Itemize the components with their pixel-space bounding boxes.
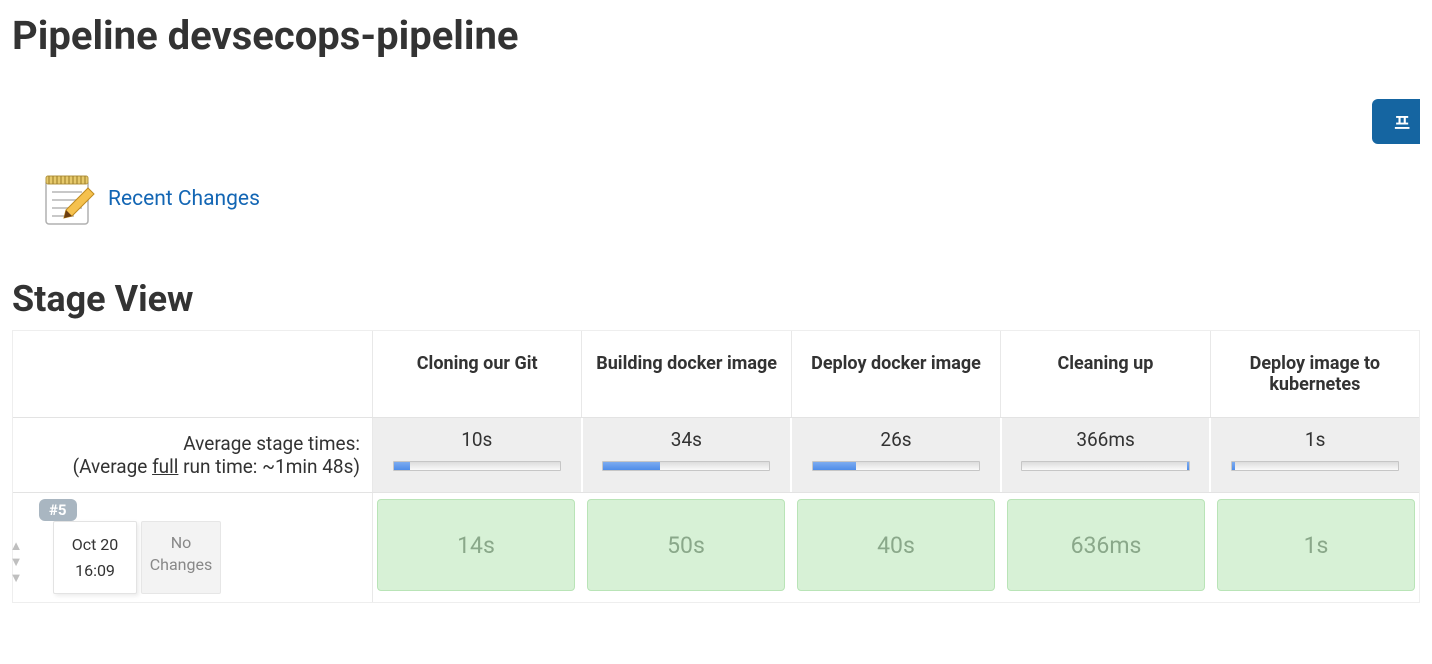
average-time: 26s [880, 428, 911, 451]
average-cell: 26s [792, 418, 1002, 492]
recent-changes-link[interactable]: Recent Changes [108, 187, 260, 211]
progress-bar-fill [1232, 462, 1235, 470]
progress-bar-fill [394, 462, 411, 470]
average-time: 1s [1305, 428, 1325, 451]
stage-header: Cleaning up [1001, 331, 1210, 417]
average-label-line2: (Average full run time: ~1min 48s) [73, 455, 360, 478]
changes-line2: Changes [148, 554, 214, 576]
stage-duration-box: 50s [587, 499, 785, 591]
average-cell: 10s [373, 418, 583, 492]
run-left-col: ▲▼▼ #5 Oct 20 16:09 No Changes [13, 493, 373, 602]
progress-bar [1231, 461, 1399, 471]
stage-header: Cloning our Git [373, 331, 582, 417]
run-date-card[interactable]: Oct 20 16:09 [53, 521, 137, 594]
run-stage-cell[interactable]: 50s [583, 493, 793, 602]
build-run-row[interactable]: ▲▼▼ #5 Oct 20 16:09 No Changes 14s 50s 4… [13, 493, 1419, 602]
header-action-button[interactable]: 프 [1372, 99, 1420, 144]
run-changes-card[interactable]: No Changes [141, 521, 221, 594]
stage-duration-box: 40s [797, 499, 995, 591]
stage-view-heading: Stage View [12, 278, 1420, 320]
average-time: 10s [461, 428, 492, 451]
average-cell: 1s [1211, 418, 1419, 492]
run-stage-cell[interactable]: 40s [793, 493, 1003, 602]
run-stage-cell[interactable]: 1s [1213, 493, 1419, 602]
progress-bar [812, 461, 980, 471]
stage-header: Building docker image [582, 331, 791, 417]
progress-bar-fill [1187, 462, 1189, 470]
run-side-arrows-icon: ▲▼▼ [9, 539, 23, 587]
stage-header: Deploy docker image [792, 331, 1001, 417]
average-time: 366ms [1076, 428, 1135, 451]
average-cell: 34s [583, 418, 793, 492]
stage-duration-box: 14s [377, 499, 575, 591]
progress-bar-fill [813, 462, 856, 470]
avg-line2-prefix: (Average [73, 455, 152, 478]
progress-bar-fill [603, 462, 660, 470]
progress-bar [1021, 461, 1189, 471]
stage-duration-box: 636ms [1007, 499, 1205, 591]
average-stage-row: Average stage times: (Average full run t… [13, 417, 1419, 493]
average-time: 34s [671, 428, 702, 451]
average-labels: Average stage times: (Average full run t… [13, 418, 373, 492]
header-left-spacer [13, 331, 373, 417]
run-time: 16:09 [60, 558, 130, 584]
run-stage-cell[interactable]: 14s [373, 493, 583, 602]
notepad-icon [36, 170, 96, 228]
stage-duration-box: 1s [1217, 499, 1415, 591]
run-meta: Oct 20 16:09 No Changes [53, 521, 221, 594]
stage-header-row: Cloning our Git Building docker image De… [13, 331, 1419, 417]
progress-bar [602, 461, 770, 471]
top-actions: 프 [12, 99, 1420, 144]
stage-header: Deploy image to kubernetes [1211, 331, 1419, 417]
stage-view-table: Cloning our Git Building docker image De… [12, 330, 1420, 603]
run-date: Oct 20 [60, 532, 130, 558]
avg-line2-full-word: full [152, 455, 178, 478]
build-number-badge[interactable]: #5 [39, 499, 77, 521]
recent-changes-block: Recent Changes [36, 170, 1420, 228]
page-title: Pipeline devsecops-pipeline [12, 12, 1420, 59]
average-cell: 366ms [1002, 418, 1212, 492]
changes-line1: No [148, 532, 214, 554]
avg-line2-suffix: run time: ~1min 48s) [178, 455, 360, 478]
run-stage-cell[interactable]: 636ms [1003, 493, 1213, 602]
average-label-line1: Average stage times: [183, 432, 360, 455]
progress-bar [393, 461, 561, 471]
